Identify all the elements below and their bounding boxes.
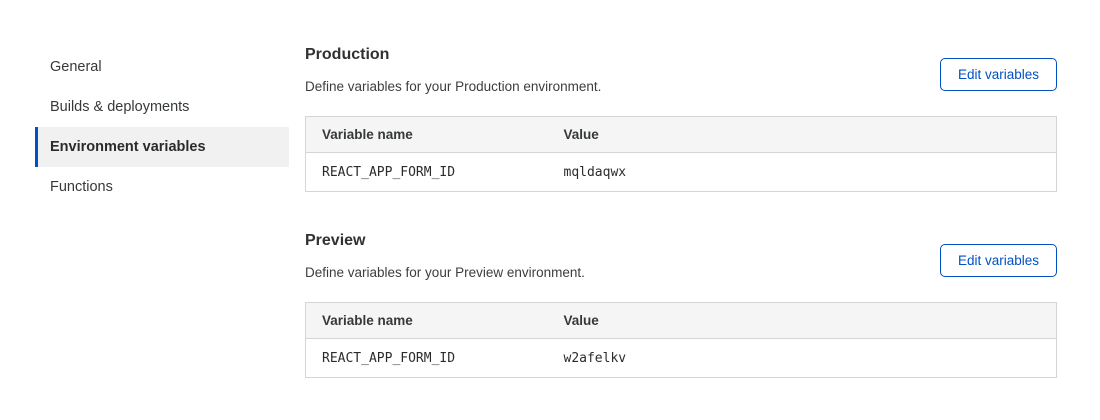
table-row: REACT_APP_FORM_ID mqldaqwx bbox=[306, 153, 1057, 192]
table-row: REACT_APP_FORM_ID w2afelkv bbox=[306, 339, 1057, 378]
column-header-value: Value bbox=[548, 117, 1057, 153]
edit-variables-button-preview[interactable]: Edit variables bbox=[940, 244, 1057, 277]
production-title: Production bbox=[305, 44, 601, 66]
column-header-variable-name: Variable name bbox=[306, 117, 548, 153]
sidebar-item-environment-variables[interactable]: Environment variables bbox=[35, 127, 289, 167]
production-section: Production Define variables for your Pro… bbox=[305, 44, 1057, 192]
production-section-header: Production Define variables for your Pro… bbox=[305, 44, 1057, 96]
preview-header-text: Preview Define variables for your Previe… bbox=[305, 230, 585, 282]
production-description: Define variables for your Production env… bbox=[305, 78, 601, 96]
preview-title: Preview bbox=[305, 230, 585, 252]
preview-section: Preview Define variables for your Previe… bbox=[305, 230, 1057, 378]
production-header-text: Production Define variables for your Pro… bbox=[305, 44, 601, 96]
variable-name-cell: REACT_APP_FORM_ID bbox=[306, 153, 548, 192]
sidebar-item-general[interactable]: General bbox=[35, 47, 289, 87]
environment-variables-panel: Production Define variables for your Pro… bbox=[305, 44, 1057, 416]
preview-description: Define variables for your Preview enviro… bbox=[305, 264, 585, 282]
table-header-row: Variable name Value bbox=[306, 303, 1057, 339]
settings-sidebar: General Builds & deployments Environment… bbox=[35, 47, 289, 207]
variable-value-cell: mqldaqwx bbox=[548, 153, 1057, 192]
edit-variables-button-production[interactable]: Edit variables bbox=[940, 58, 1057, 91]
table-header-row: Variable name Value bbox=[306, 117, 1057, 153]
sidebar-item-functions[interactable]: Functions bbox=[35, 167, 289, 207]
preview-section-header: Preview Define variables for your Previe… bbox=[305, 230, 1057, 282]
preview-variables-table: Variable name Value REACT_APP_FORM_ID w2… bbox=[305, 302, 1057, 378]
sidebar-item-builds-deployments[interactable]: Builds & deployments bbox=[35, 87, 289, 127]
column-header-variable-name: Variable name bbox=[306, 303, 548, 339]
production-variables-table: Variable name Value REACT_APP_FORM_ID mq… bbox=[305, 116, 1057, 192]
variable-name-cell: REACT_APP_FORM_ID bbox=[306, 339, 548, 378]
settings-page: General Builds & deployments Environment… bbox=[0, 0, 1100, 420]
column-header-value: Value bbox=[548, 303, 1057, 339]
variable-value-cell: w2afelkv bbox=[548, 339, 1057, 378]
